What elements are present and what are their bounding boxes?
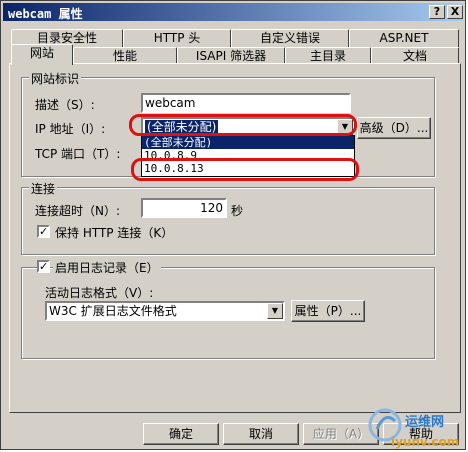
description-input[interactable]: webcam — [141, 93, 351, 113]
window-title: webcam 属性 — [8, 7, 83, 21]
title-bar: webcam 属性 ? X — [3, 3, 463, 21]
advanced-button[interactable]: 高级（D）... — [357, 117, 431, 139]
ip-address-dropdown-list: (全部未分配) 10.0.8.9 10.0.8.13 — [141, 135, 355, 177]
watermark-text-2: iyunv.com — [391, 435, 460, 449]
ip-address-select[interactable]: (全部未分配) — [141, 117, 355, 137]
log-format-dropdown-arrow-icon[interactable]: ▼ — [267, 303, 283, 319]
enable-logging-checkbox[interactable]: ✓ — [37, 260, 50, 273]
help-title-button[interactable]: ? — [429, 5, 445, 19]
tcp-port-label: TCP 端口（T）: — [35, 147, 121, 161]
ip-address-label: IP 地址（I）: — [35, 122, 106, 136]
ip-dropdown-arrow-icon[interactable]: ▼ — [337, 119, 353, 135]
ip-option[interactable]: 10.0.8.13 — [142, 162, 354, 175]
tab-aspnet[interactable]: ASP.NET — [349, 29, 459, 47]
keepalive-label: 保持 HTTP 连接（K） — [55, 226, 174, 240]
keepalive-checkbox[interactable]: ✓ — [37, 225, 50, 238]
ok-button[interactable]: 确定 — [143, 423, 219, 445]
connection-timeout-label: 连接超时（N）: — [35, 204, 121, 218]
cancel-button[interactable]: 取消 — [223, 423, 299, 445]
watermark-text-1: 运维网 — [405, 415, 445, 430]
tab-http-headers[interactable]: HTTP 头 — [123, 29, 231, 47]
log-format-select[interactable]: W3C 扩展日志文件格式 — [45, 301, 285, 321]
timeout-unit-label: 秒 — [231, 204, 244, 218]
ip-option[interactable]: (全部未分配) — [142, 136, 354, 149]
log-format-label: 活动日志格式（V）: — [45, 286, 154, 300]
description-label: 描述（S）: — [35, 98, 95, 112]
enable-logging-label: 启用日志记录（E） — [53, 259, 161, 276]
ip-address-value: (全部未分配) — [145, 120, 219, 134]
connections-group — [21, 187, 435, 255]
log-properties-button[interactable]: 属性（P）... — [291, 300, 365, 322]
connection-timeout-input[interactable]: 120 — [141, 198, 227, 218]
connections-group-label: 连接 — [29, 180, 58, 197]
tab-website[interactable]: 网站 — [11, 44, 73, 65]
properties-dialog: webcam 属性 ? X 目录安全性 HTTP 头 自定义错误 ASP.NET… — [0, 0, 466, 450]
site-id-group-label: 网站标识 — [29, 70, 82, 87]
close-button[interactable]: X — [447, 5, 463, 19]
ip-option[interactable]: 10.0.8.9 — [142, 149, 354, 162]
tab-custom-errors[interactable]: 自定义错误 — [231, 29, 349, 47]
